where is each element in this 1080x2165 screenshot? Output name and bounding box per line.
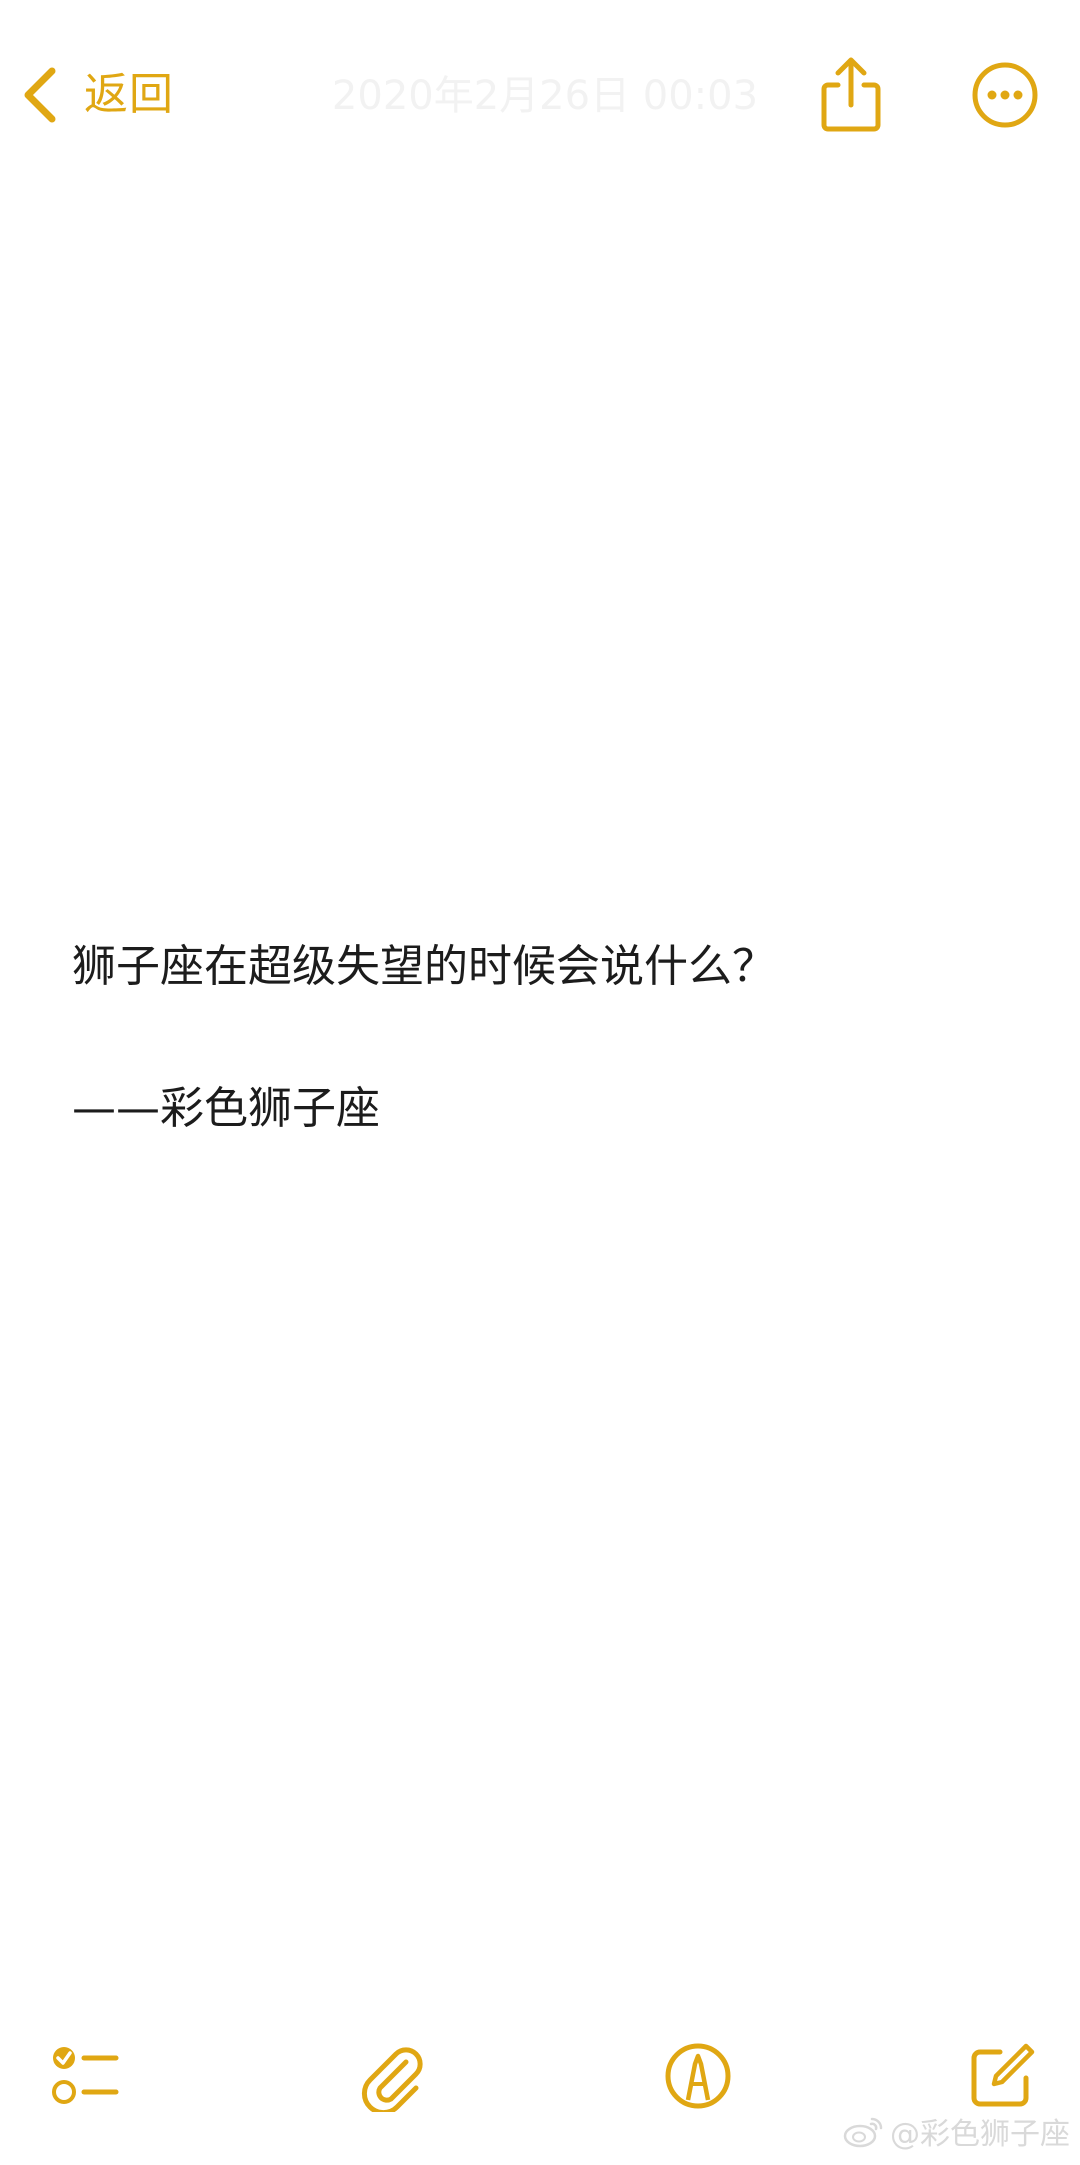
bottom-toolbar (0, 2040, 1080, 2120)
markup-pen-icon[interactable] (662, 2040, 734, 2112)
note-question: 狮子座在超级失望的时候会说什么？ (72, 941, 776, 992)
note-date-title: 2020年2月26日 00:03 (331, 73, 759, 119)
paperclip-icon[interactable] (356, 2040, 428, 2112)
watermark-text: @彩色狮子座 (890, 2117, 1070, 2152)
chevron-left-icon (24, 67, 56, 123)
back-button[interactable]: 返回 (20, 60, 174, 130)
navigation-bar: 返回 2020年2月26日 00:03 (0, 0, 1080, 190)
back-label: 返回 (84, 69, 174, 120)
weibo-logo-icon (843, 2117, 883, 2148)
weibo-watermark: @彩色狮子座 (842, 2109, 1070, 2153)
note-content[interactable]: 狮子座在超级失望的时候会说什么？ ——彩色狮子座 (72, 932, 1032, 1144)
note-signature: ——彩色狮子座 (72, 1083, 380, 1134)
compose-icon[interactable] (966, 2040, 1038, 2112)
more-options-icon[interactable] (970, 60, 1040, 130)
share-icon[interactable] (816, 55, 886, 135)
checklist-icon[interactable] (48, 2040, 120, 2112)
